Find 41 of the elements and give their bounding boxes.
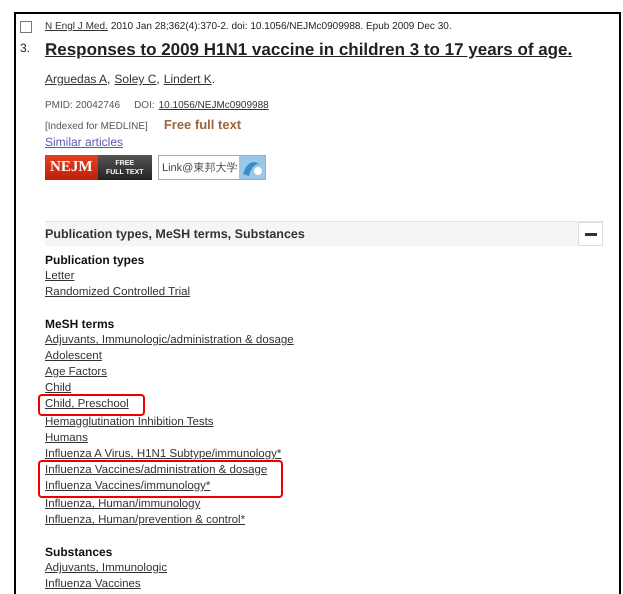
term-link[interactable]: Influenza Vaccines bbox=[45, 576, 141, 592]
group-heading: MeSH terms bbox=[45, 316, 116, 332]
journal-link[interactable]: N Engl J Med. bbox=[45, 20, 108, 34]
term-link[interactable]: Influenza Vaccines/immunology* bbox=[45, 478, 210, 494]
collapse-button[interactable] bbox=[578, 222, 603, 246]
doi-label: DOI: bbox=[134, 100, 155, 111]
group-heading: Substances bbox=[45, 544, 114, 560]
separator: , bbox=[156, 72, 160, 86]
term-link[interactable]: Humans bbox=[45, 430, 88, 446]
minus-icon bbox=[584, 232, 596, 236]
term-link[interactable]: Adolescent bbox=[45, 348, 102, 364]
citation-details: 2010 Jan 28;362(4):370-2. doi: 10.1056/NEJMc0909988. Epub 2009 Dec 30. bbox=[110, 20, 452, 34]
term-link[interactable]: Child bbox=[45, 380, 72, 396]
section-header: Publication types, MeSH terms, Substances bbox=[45, 221, 603, 246]
separator: . bbox=[212, 72, 216, 86]
term-link[interactable]: Child, Preschool bbox=[45, 396, 129, 412]
term-link[interactable]: Adjuvants, Immunologic bbox=[45, 560, 168, 576]
term-link[interactable]: Adjuvants, Immunologic/administration & dosage bbox=[45, 332, 294, 348]
result-number: 3. bbox=[20, 41, 30, 55]
author-link[interactable]: Arguedas A bbox=[45, 72, 108, 86]
term-link[interactable]: Randomized Controlled Trial bbox=[45, 284, 190, 300]
term-link[interactable]: Influenza, Human/immunology bbox=[45, 496, 200, 512]
term-link[interactable]: Age Factors bbox=[45, 364, 107, 380]
term-link[interactable]: Influenza Vaccines/administration & dosage bbox=[45, 462, 268, 478]
term-link[interactable]: Hemagglutination Inhibition Tests bbox=[45, 414, 214, 430]
checkbox[interactable] bbox=[20, 21, 32, 33]
separator: , bbox=[107, 72, 110, 86]
doi-link[interactable]: 10.1056/NEJMc0909988 bbox=[158, 100, 269, 111]
article-title[interactable]: Responses to 2009 H1N1 vaccine in children 3 to 17 years of age. bbox=[45, 40, 572, 60]
free-full-text: Free full text bbox=[164, 117, 242, 132]
term-link[interactable]: Influenza A Virus, H1N1 Subtype/immunology* bbox=[45, 446, 282, 462]
term-link[interactable]: Influenza, Human/prevention & control* bbox=[45, 512, 246, 528]
library-link[interactable]: Link@東邦大学 bbox=[158, 155, 266, 180]
similar-articles-link[interactable]: Similar articles bbox=[45, 135, 124, 149]
swirl-logo-icon bbox=[239, 156, 266, 179]
term-link[interactable]: Letter bbox=[45, 268, 74, 284]
indexed-note: [Indexed for MEDLINE] bbox=[45, 121, 148, 132]
author-link[interactable]: Lindert K bbox=[164, 72, 212, 86]
pmid: PMID: 20042746 bbox=[45, 100, 120, 111]
group-heading: Publication types bbox=[45, 252, 146, 268]
author-link[interactable]: Soley C bbox=[114, 72, 156, 86]
